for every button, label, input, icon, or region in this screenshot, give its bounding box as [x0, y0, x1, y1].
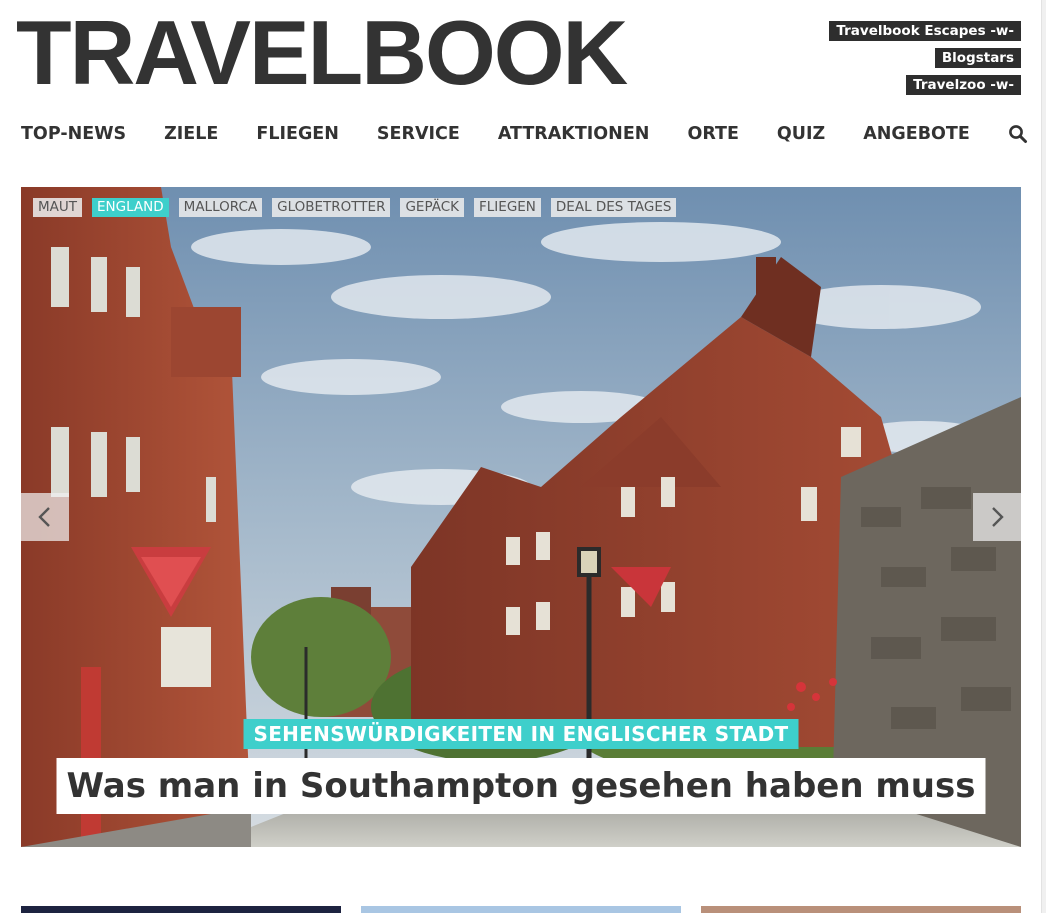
article-kicker[interactable]: SEHENSWÜRDIGKEITEN IN ENGLISCHER STADT — [243, 719, 799, 749]
top-links: Travelbook Escapes -w- Blogstars Travelz… — [829, 21, 1021, 95]
hero-slider[interactable]: MAUT ENGLAND MALLORCA GLOBETROTTER GEPÄC… — [21, 187, 1021, 847]
tag-mallorca[interactable]: MALLORCA — [178, 198, 263, 217]
nav-item-ziele[interactable]: ZIELE — [164, 121, 218, 147]
nav-item-service[interactable]: SERVICE — [377, 121, 460, 147]
tag-england[interactable]: ENGLAND — [92, 198, 169, 217]
tag-list: MAUT ENGLAND MALLORCA GLOBETROTTER GEPÄC… — [33, 198, 677, 217]
nav-item-top-news[interactable]: TOP-NEWS — [21, 121, 126, 147]
nav-item-fliegen[interactable]: FLIEGEN — [256, 121, 339, 147]
teaser-row — [21, 906, 1021, 913]
nav-item-quiz[interactable]: QUIZ — [777, 121, 825, 147]
slider-prev-button[interactable] — [21, 493, 69, 541]
article-headline[interactable]: Was man in Southampton gesehen haben mus… — [56, 758, 986, 814]
top-link-travelbook-escapes[interactable]: Travelbook Escapes -w- — [829, 21, 1021, 41]
top-link-travelzoo[interactable]: Travelzoo -w- — [906, 75, 1021, 95]
slider-next-button[interactable] — [973, 493, 1021, 541]
teaser-image[interactable] — [361, 906, 681, 913]
teaser-image[interactable] — [701, 906, 1021, 913]
teaser-image[interactable] — [21, 906, 341, 913]
search-icon[interactable] — [1008, 124, 1028, 144]
chevron-left-icon — [38, 507, 50, 527]
nav-item-angebote[interactable]: ANGEBOTE — [863, 121, 970, 147]
tag-maut[interactable]: MAUT — [33, 198, 83, 217]
tag-gepaeck[interactable]: GEPÄCK — [400, 198, 465, 217]
tag-fliegen[interactable]: FLIEGEN — [474, 198, 541, 217]
tag-globetrotter[interactable]: GLOBETROTTER — [272, 198, 391, 217]
nav-item-orte[interactable]: ORTE — [687, 121, 738, 147]
chevron-right-icon — [992, 507, 1004, 527]
page-edge — [1041, 0, 1046, 913]
site-logo[interactable]: TRAVELBOOK — [16, 8, 628, 99]
nav-item-attraktionen[interactable]: ATTRAKTIONEN — [498, 121, 650, 147]
top-link-blogstars[interactable]: Blogstars — [934, 48, 1021, 68]
tag-deal-des-tages[interactable]: DEAL DES TAGES — [550, 198, 677, 217]
main-nav: TOP-NEWS ZIELE FLIEGEN SERVICE ATTRAKTIO… — [21, 121, 1028, 147]
